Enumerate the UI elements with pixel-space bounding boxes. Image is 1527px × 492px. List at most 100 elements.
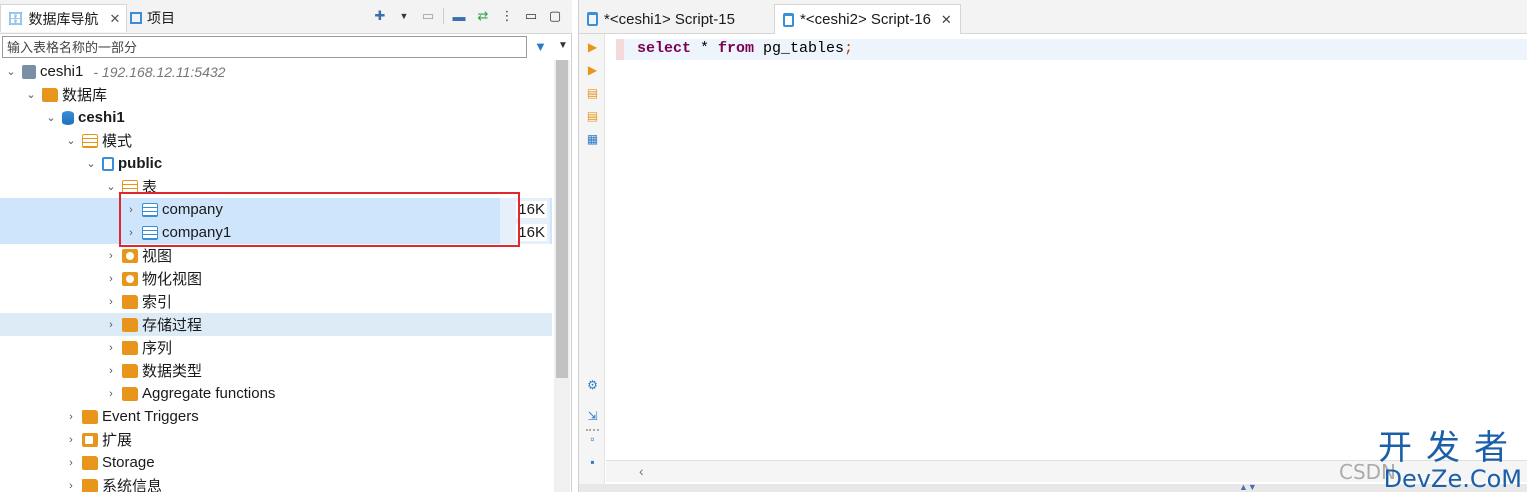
- chevron-right-icon[interactable]: ›: [104, 365, 118, 377]
- database-navigator-panel: 🗄 数据库导航 ✕ 项目 ✚ ▼ ▭ ▬ ⇄ ⋮ ▭ ▢ ▼ ▼ ⌄ ces: [0, 0, 572, 492]
- execute-new-tab-icon[interactable]: ▶: [586, 64, 599, 77]
- sql-script-icon: [587, 12, 598, 26]
- tab-project[interactable]: 项目: [124, 4, 181, 32]
- tab-script-16[interactable]: *<ceshi2> Script-16 ✕: [774, 4, 961, 34]
- explain-plan-icon[interactable]: ▦: [586, 133, 599, 146]
- tab-label: *<ceshi2> Script-16: [800, 11, 931, 28]
- tree-item-system-info[interactable]: › 系统信息: [0, 474, 552, 492]
- folder-icon: [122, 294, 138, 309]
- chevron-right-icon[interactable]: ›: [104, 342, 118, 354]
- minimize-icon[interactable]: ▭: [522, 7, 540, 25]
- view-icon: [122, 248, 138, 263]
- restore-panel-icon[interactable]: ▲▼: [1239, 482, 1257, 492]
- tree-item-procedures[interactable]: › 存储过程: [0, 313, 552, 336]
- chevron-right-icon[interactable]: ›: [104, 250, 118, 262]
- tree-item-database[interactable]: ⌄ ceshi1: [0, 106, 552, 129]
- tree-item-data-types[interactable]: › 数据类型: [0, 359, 552, 382]
- tab-database-navigator[interactable]: 🗄 数据库导航 ✕: [0, 4, 128, 32]
- link-editor-icon[interactable]: ⇄: [474, 7, 492, 25]
- tree-item-aggregate-functions[interactable]: › Aggregate functions: [0, 382, 552, 405]
- code-text: pg_tables: [754, 40, 845, 57]
- tab-script-15[interactable]: *<ceshi1> Script-15: [579, 4, 743, 34]
- tree-item-materialized-views[interactable]: › 物化视图: [0, 267, 552, 290]
- execute-statement-icon[interactable]: ▶: [586, 41, 599, 54]
- tree-label: 扩展: [102, 432, 133, 449]
- folder-icon: [42, 87, 58, 102]
- table-size-value: 16K: [516, 224, 547, 241]
- sql-editor[interactable]: select * from pg_tables;: [606, 34, 1527, 458]
- execute-script-icon[interactable]: ▤: [586, 87, 599, 100]
- maximize-icon[interactable]: ▢: [546, 7, 564, 25]
- tree-item-storage[interactable]: › Storage: [0, 451, 552, 474]
- chevron-right-icon[interactable]: ›: [104, 296, 118, 308]
- tree-label: Event Triggers: [102, 408, 199, 425]
- watermark-en: DevZe.CoM: [1383, 465, 1522, 492]
- chevron-right-icon[interactable]: ›: [64, 411, 78, 423]
- editor-side-toolbar: ▶ ▶ ▤ ▤ ▦ ⚙ ⇲ ▫ ▪: [579, 34, 605, 492]
- tree-item-indexes[interactable]: › 索引: [0, 290, 552, 313]
- connection-label: ceshi1: [40, 63, 84, 80]
- chevron-right-icon[interactable]: ›: [64, 457, 78, 469]
- chevron-down-icon[interactable]: ⌄: [104, 180, 118, 193]
- tree-label: 视图: [142, 248, 173, 265]
- more-options-icon[interactable]: ⋮: [498, 7, 516, 25]
- settings-gear-icon[interactable]: ⚙: [586, 379, 599, 392]
- close-icon[interactable]: ✕: [110, 11, 121, 27]
- keyword-from: from: [718, 40, 755, 57]
- watermark-cn: 开发者: [1378, 428, 1522, 468]
- scrollbar-thumb[interactable]: [556, 60, 568, 378]
- tree-item-schema-public[interactable]: ⌄ public: [0, 152, 552, 175]
- table-size-value: 16K: [516, 201, 547, 218]
- export-icon[interactable]: ⇲: [586, 410, 599, 423]
- project-icon: [130, 12, 142, 24]
- tree-item-event-triggers[interactable]: › Event Triggers: [0, 405, 552, 428]
- new-connection-icon[interactable]: ✚: [371, 7, 389, 25]
- chevron-down-icon[interactable]: ⌄: [4, 65, 18, 78]
- tree-label: Storage: [102, 454, 155, 471]
- tree-item-schemas[interactable]: ⌄ 模式: [0, 129, 552, 152]
- save-script-icon[interactable]: ▪: [586, 456, 599, 469]
- collapse-all-icon[interactable]: ▬: [450, 7, 468, 25]
- tab-label: 数据库导航: [28, 10, 99, 27]
- code-text: *: [691, 40, 719, 57]
- execute-script-new-tab-icon[interactable]: ▤: [586, 110, 599, 123]
- tree-label: Aggregate functions: [142, 385, 276, 402]
- chevron-down-icon[interactable]: ▼: [558, 40, 568, 51]
- chevron-down-icon[interactable]: ⌄: [24, 88, 38, 101]
- new-folder-icon[interactable]: ▭: [419, 7, 437, 25]
- materialized-view-icon: [122, 271, 138, 286]
- database-icon: [62, 110, 74, 125]
- databases-label: 数据库: [62, 87, 108, 104]
- tree-label: 数据类型: [142, 363, 203, 380]
- chevron-right-icon[interactable]: ›: [104, 319, 118, 331]
- chevron-down-icon[interactable]: ⌄: [84, 157, 98, 170]
- database-navigator-icon: 🗄: [7, 10, 24, 26]
- table-filter-input[interactable]: [2, 36, 527, 58]
- folder-icon: [82, 478, 98, 492]
- divider: [586, 429, 599, 431]
- tree-label: 存储过程: [142, 317, 203, 334]
- tab-label: 项目: [147, 10, 175, 26]
- chevron-right-icon[interactable]: ›: [64, 434, 78, 446]
- filter-icon[interactable]: ▼: [534, 39, 547, 54]
- tree-item-sequences[interactable]: › 序列: [0, 336, 552, 359]
- tree-item-extensions[interactable]: › 扩展: [0, 428, 552, 451]
- chevron-right-icon[interactable]: ›: [104, 273, 118, 285]
- chevron-right-icon[interactable]: ›: [64, 480, 78, 492]
- close-icon[interactable]: ✕: [941, 12, 952, 28]
- chevron-right-icon[interactable]: ›: [104, 388, 118, 400]
- folder-icon: [122, 363, 138, 378]
- tree-item-views[interactable]: › 视图: [0, 244, 552, 267]
- divider: [443, 8, 444, 24]
- navigator-scrollbar[interactable]: [554, 60, 570, 492]
- chevron-down-icon[interactable]: ⌄: [64, 134, 78, 147]
- load-script-icon[interactable]: ▫: [586, 433, 599, 446]
- scroll-left-icon[interactable]: ‹: [639, 463, 644, 479]
- tab-label: *<ceshi1> Script-15: [604, 10, 735, 28]
- chevron-down-icon[interactable]: ⌄: [44, 111, 58, 124]
- chevron-down-icon[interactable]: ▼: [395, 7, 413, 25]
- tree-item-databases[interactable]: ⌄ 数据库: [0, 83, 552, 106]
- sql-code-line[interactable]: select * from pg_tables;: [637, 40, 853, 57]
- tree-label: 序列: [142, 340, 173, 357]
- tree-item-connection[interactable]: ⌄ ceshi1 - 192.168.12.11:5432: [0, 60, 552, 83]
